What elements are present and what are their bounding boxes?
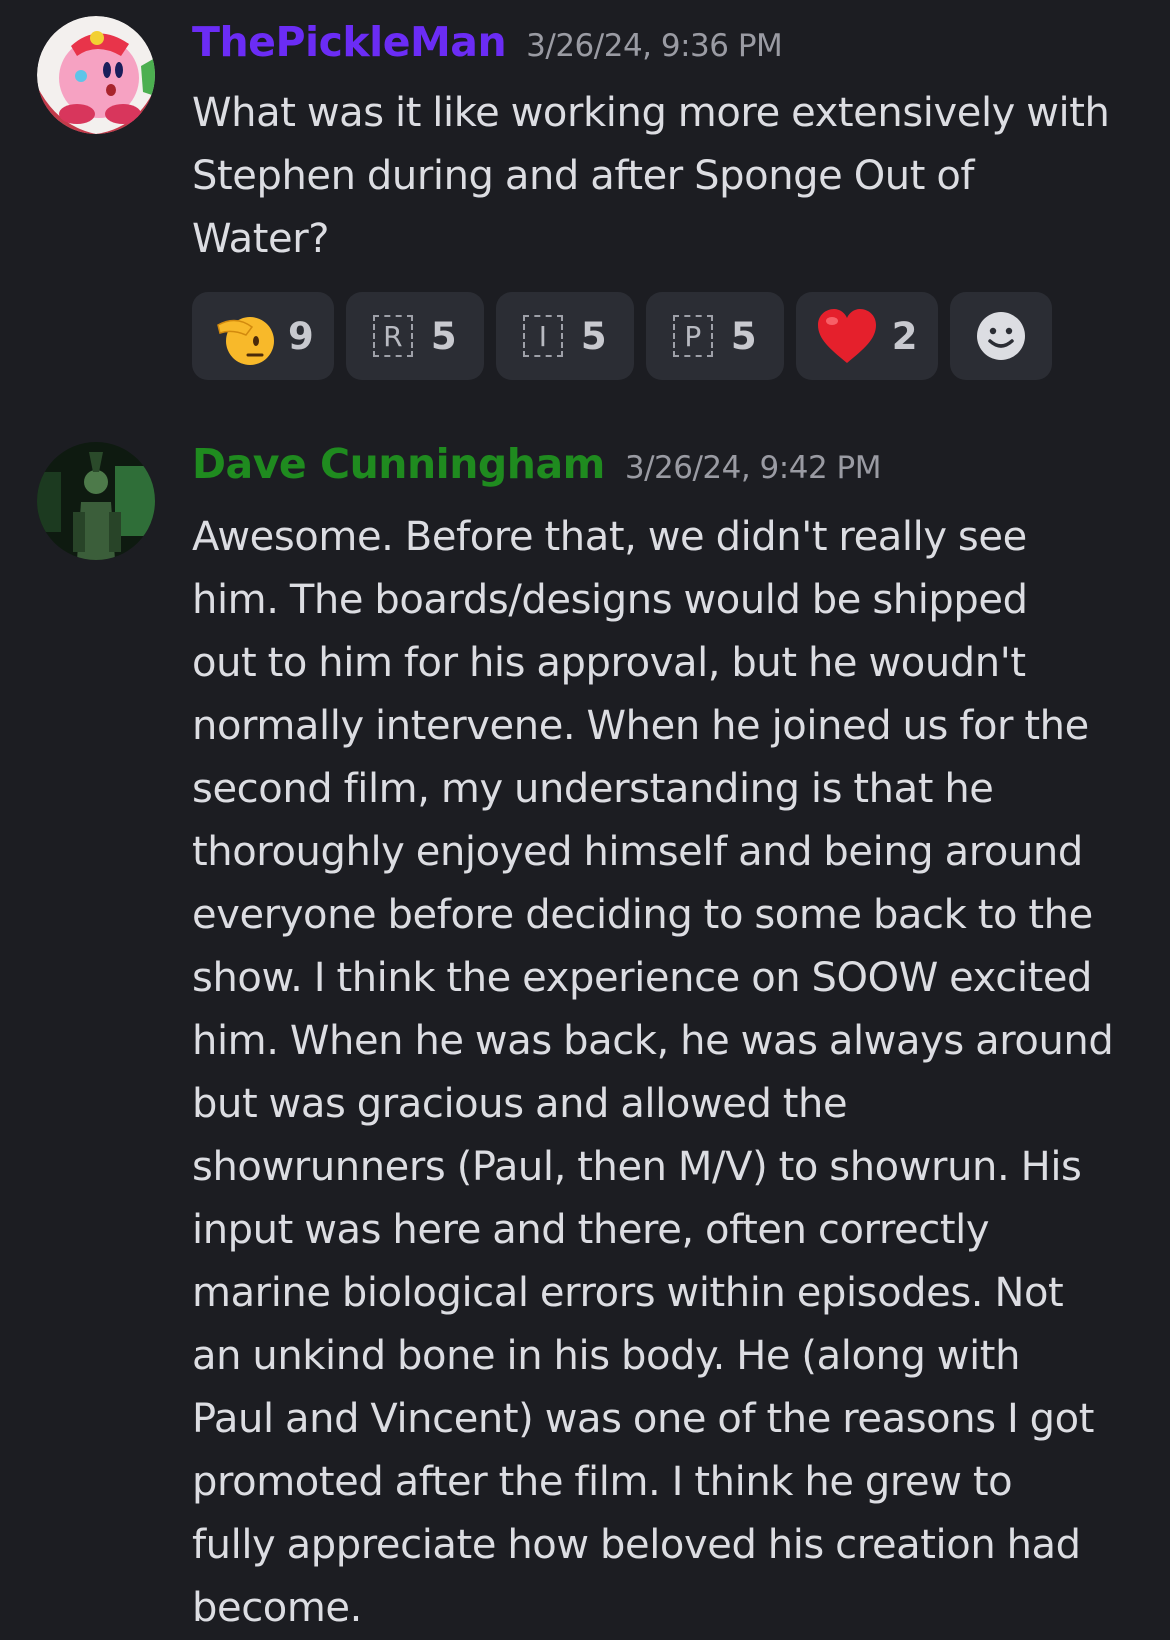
- avatar[interactable]: [37, 442, 155, 560]
- reaction-saluting-face[interactable]: 9: [192, 292, 334, 380]
- add-reaction-button[interactable]: [949, 292, 1052, 380]
- timestamp: 3/26/24, 9:36 PM: [526, 28, 783, 64]
- reaction-count: 9: [288, 314, 314, 358]
- text-line: fully appreciate how beloved his creatio…: [192, 1522, 1081, 1568]
- text-line: thoroughly enjoyed himself and being aro…: [192, 829, 1083, 875]
- message-text: Awesome. Before that, we didn't really s…: [192, 506, 1152, 1640]
- text-line: normally intervene. When he joined us fo…: [192, 703, 1089, 749]
- message-header: ThePickleMan 3/26/24, 9:36 PM: [192, 18, 783, 66]
- text-line: out to him for his approval, but he woud…: [192, 640, 1026, 686]
- text-line: everyone before deciding to some back to…: [192, 892, 1093, 938]
- reaction-regional-indicator-p[interactable]: P 5: [645, 292, 784, 380]
- text-line: an unkind bone in his body. He (along wi…: [192, 1333, 1021, 1379]
- saluting-face-emoji-icon: [217, 317, 274, 365]
- timestamp: 3/26/24, 9:42 PM: [624, 450, 882, 486]
- red-heart-emoji-icon: [817, 309, 876, 363]
- text-line: What was it like working more extensivel…: [192, 90, 1110, 136]
- reaction-red-heart[interactable]: 2: [795, 292, 938, 380]
- message-text: What was it like working more extensivel…: [192, 82, 1152, 271]
- reaction-regional-indicator-r[interactable]: R 5: [345, 292, 484, 380]
- reaction-count: 2: [891, 314, 918, 358]
- text-line: Stephen during and after Sponge Out of: [192, 153, 975, 199]
- reactions-bar: 9 R 5 I 5 P 5 2: [192, 292, 1052, 380]
- message-dave-cunningham: Dave Cunningham 3/26/24, 9:42 PM Awesome.…: [0, 420, 1170, 1639]
- reaction-count: 5: [580, 314, 607, 358]
- add-reaction-icon: [976, 312, 1025, 360]
- text-line: second film, my understanding is that he: [192, 766, 994, 812]
- text-line: him. When he was back, he was always aro…: [192, 1018, 1114, 1064]
- regional-indicator-i-icon: I: [522, 315, 563, 357]
- text-line: promoted after the film. I think he grew…: [192, 1459, 1013, 1505]
- text-line: marine biological errors within episodes…: [192, 1270, 1064, 1316]
- text-line: him. The boards/designs would be shipped: [192, 577, 1028, 623]
- dark-green-figure-avatar-icon: [37, 442, 155, 560]
- text-line: showrunners (Paul, then M/V) to showrun.…: [192, 1144, 1082, 1190]
- text-line: Water?: [192, 216, 330, 262]
- reaction-count: 5: [730, 314, 757, 358]
- text-line: input was here and there, often correctl…: [192, 1207, 990, 1253]
- username[interactable]: ThePickleMan: [192, 18, 507, 66]
- text-line: Paul and Vincent) was one of the reasons…: [192, 1396, 1095, 1442]
- message-header: Dave Cunningham 3/26/24, 9:42 PM: [192, 440, 881, 488]
- message-thepickleman: ThePickleMan 3/26/24, 9:36 PM What was it…: [0, 0, 1170, 400]
- avatar[interactable]: [37, 16, 155, 134]
- kirby-avatar-icon: [37, 16, 155, 134]
- regional-indicator-r-icon: R: [372, 315, 413, 357]
- text-line: show. I think the experience on SOOW exc…: [192, 955, 1093, 1001]
- text-line: Awesome. Before that, we didn't really s…: [192, 514, 1027, 560]
- text-line: but was gracious and allowed the: [192, 1081, 848, 1127]
- reaction-regional-indicator-i[interactable]: I 5: [495, 292, 634, 380]
- username[interactable]: Dave Cunningham: [192, 440, 605, 488]
- regional-indicator-p-icon: P: [672, 315, 713, 357]
- reaction-count: 5: [430, 314, 457, 358]
- text-line: become.: [192, 1585, 362, 1631]
